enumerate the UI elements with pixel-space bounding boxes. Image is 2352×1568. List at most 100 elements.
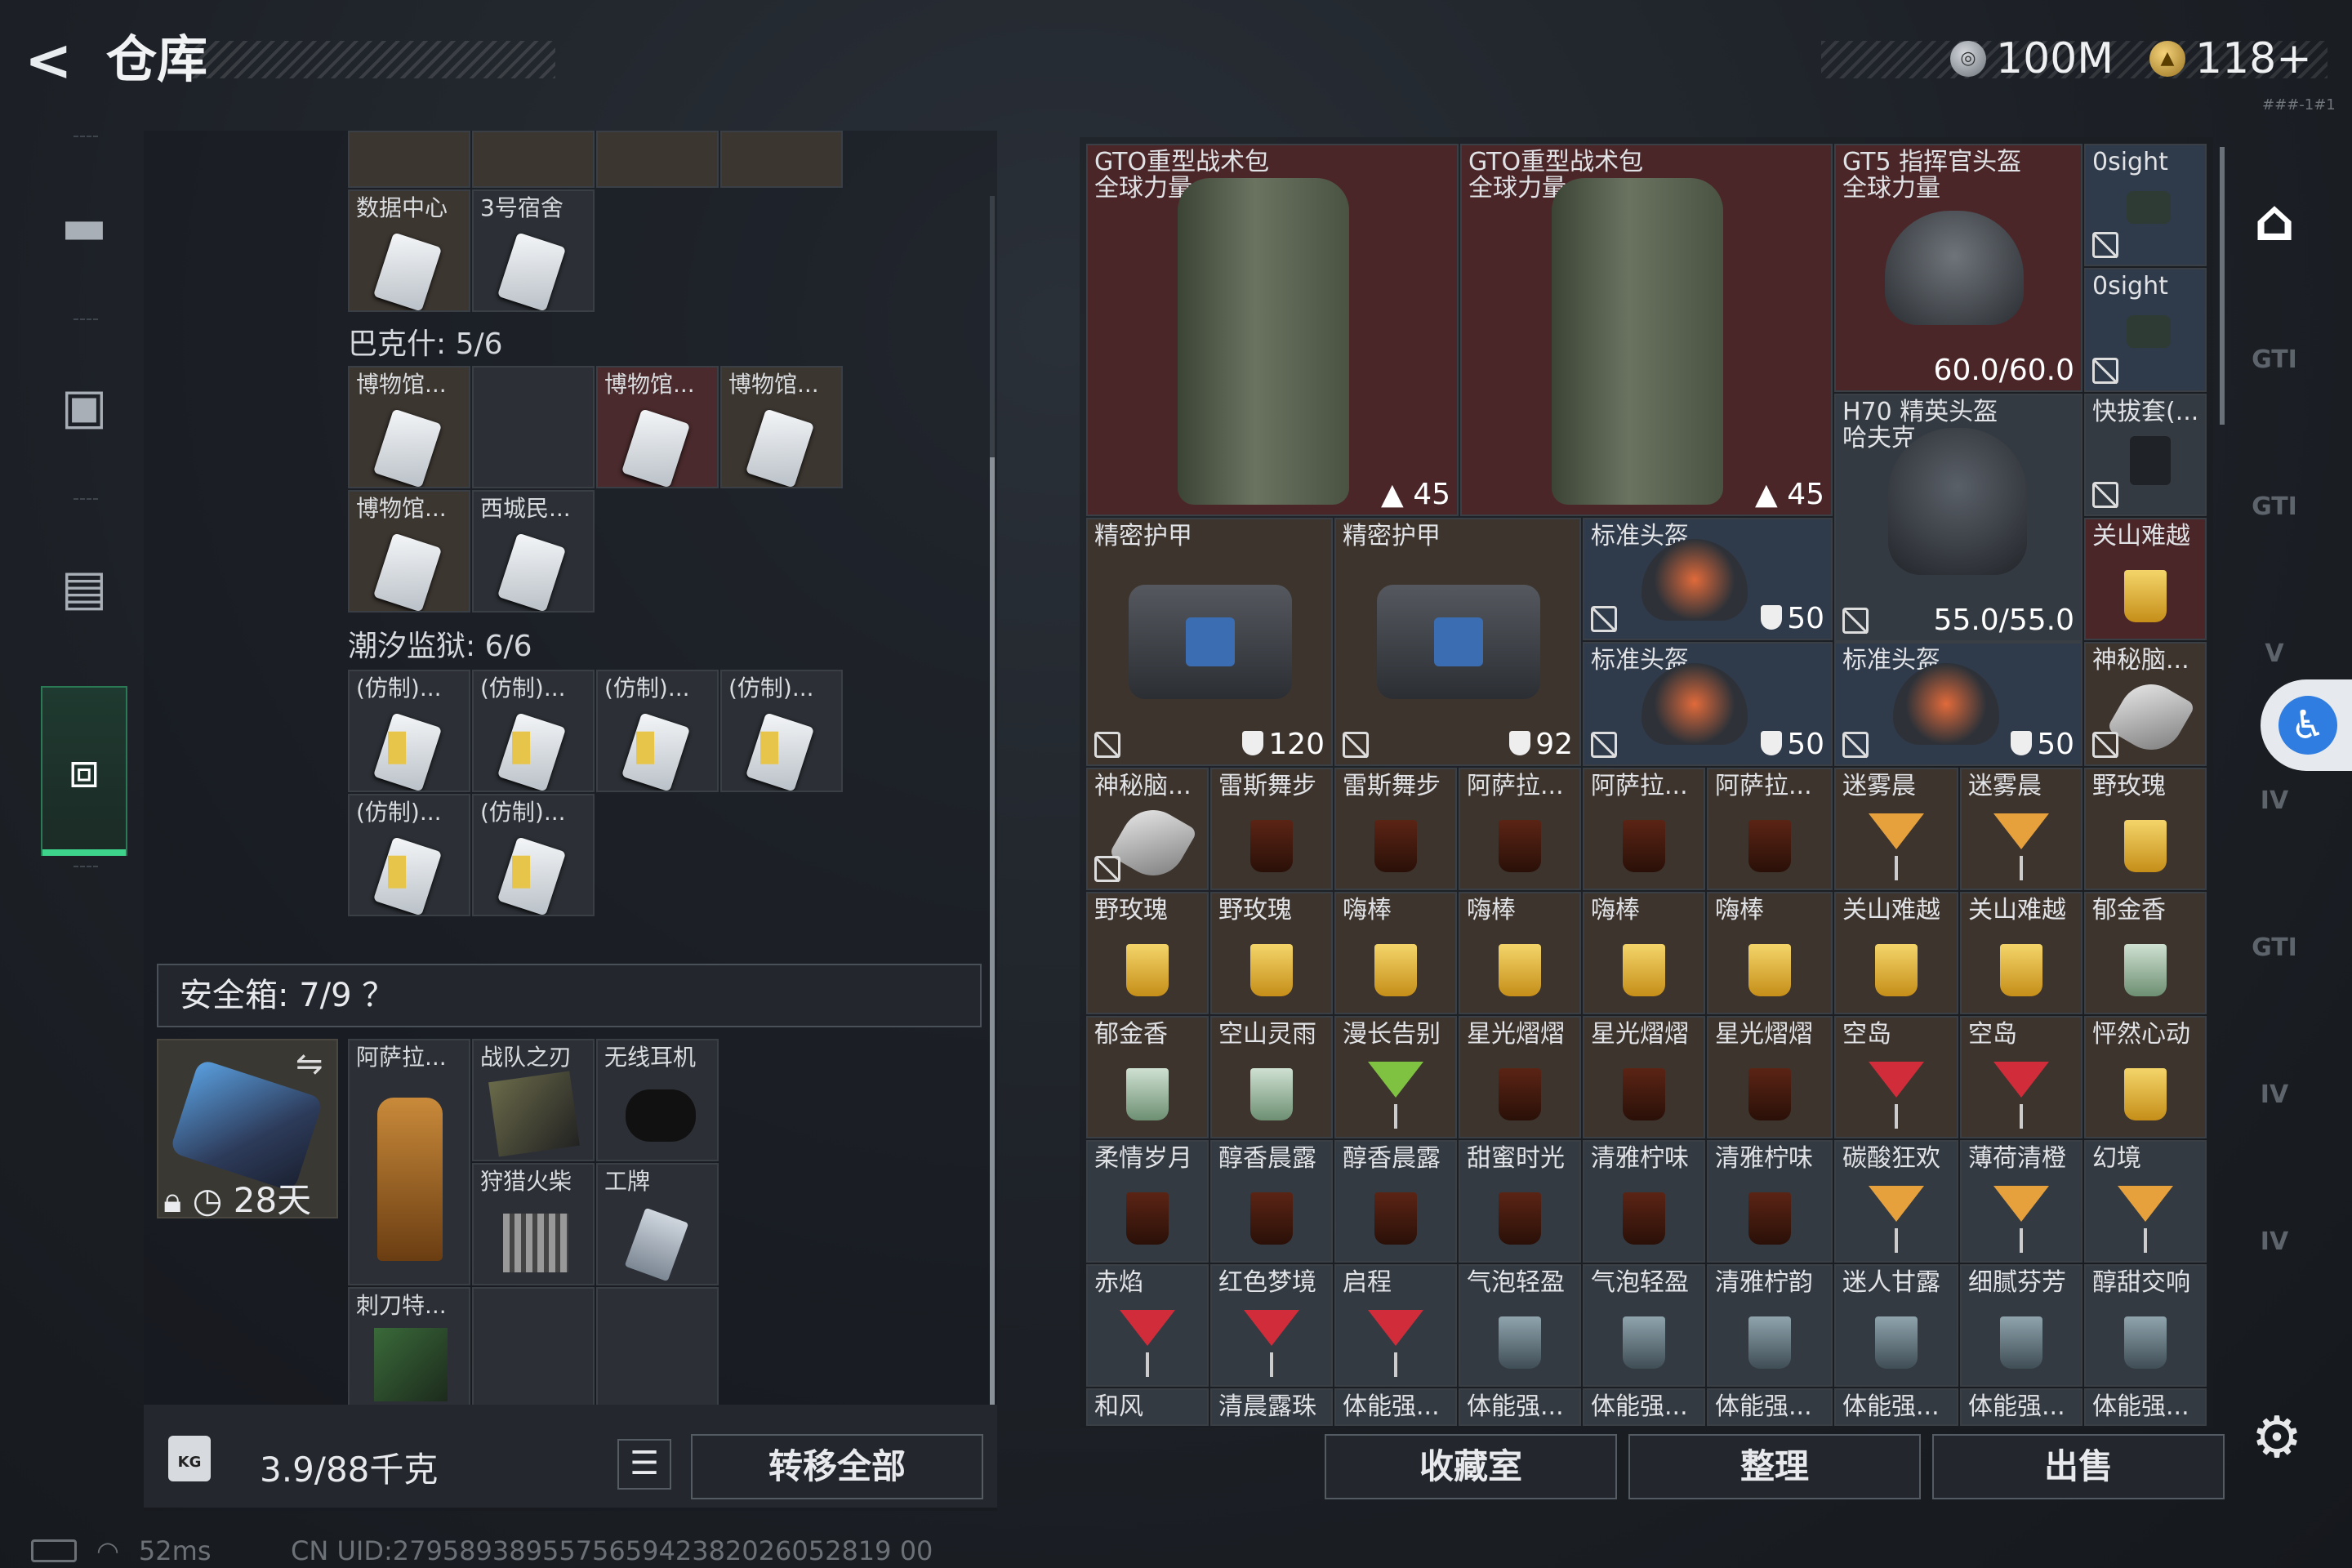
rail-slot-icon[interactable]: GTI xyxy=(2234,466,2315,547)
inventory-item[interactable]: 阿萨拉... xyxy=(1707,768,1833,890)
inventory-item[interactable]: 精密护甲 120 xyxy=(1086,518,1333,766)
rail-vest-button[interactable]: ▤ xyxy=(28,506,140,670)
inventory-item[interactable]: GTO重型战术包 全球力量 ▲ 45 xyxy=(1460,144,1833,516)
inventory-item[interactable]: 清晨露珠 xyxy=(1210,1388,1333,1426)
inventory-item[interactable]: 醇甜交响 xyxy=(2084,1264,2207,1387)
safe-empty-slot[interactable] xyxy=(596,1287,719,1410)
safe-item[interactable]: 狩猎火柴 xyxy=(472,1163,595,1285)
stash-scrollbar-thumb[interactable] xyxy=(990,457,995,1421)
inventory-item[interactable]: 清雅柠味 xyxy=(1707,1140,1833,1263)
inventory-item[interactable]: 碳酸狂欢 xyxy=(1834,1140,1958,1263)
safe-item[interactable]: 阿萨拉... xyxy=(348,1039,470,1285)
inventory-item[interactable]: 醇香晨露 xyxy=(1334,1140,1457,1263)
inventory-item[interactable]: 幻境 xyxy=(2084,1140,2207,1263)
collection-room-button[interactable]: 收藏室 xyxy=(1325,1434,1617,1499)
inventory-item[interactable]: 空岛 xyxy=(1834,1016,1958,1138)
stash-item[interactable]: 博物馆... xyxy=(720,366,843,488)
rail-toolbox-button[interactable]: ⧈ xyxy=(41,686,127,856)
back-icon[interactable]: < xyxy=(24,29,82,91)
inventory-item[interactable]: 体能强... xyxy=(1707,1388,1833,1426)
inventory-item[interactable]: 雷斯舞步 xyxy=(1334,768,1457,890)
stash-empty-slot[interactable] xyxy=(472,366,595,488)
inventory-item[interactable]: 嗨棒 xyxy=(1334,892,1457,1014)
swap-icon[interactable]: ⇋ xyxy=(296,1045,323,1083)
stash-item[interactable]: (仿制)... xyxy=(348,670,470,792)
inventory-item[interactable]: 精密护甲 92 xyxy=(1334,518,1581,766)
inventory-item[interactable]: 0sight xyxy=(2084,144,2207,266)
inventory-item[interactable]: 标准头盔 50 xyxy=(1834,642,2082,766)
rail-slot-icon[interactable]: IV xyxy=(2234,1054,2315,1135)
inventory-item[interactable]: 快拔套(... xyxy=(2084,394,2207,516)
gear-icon[interactable]: ⚙ xyxy=(2246,1406,2308,1468)
accessibility-icon[interactable]: ♿︎ xyxy=(2278,696,2337,755)
stash-item[interactable]: (仿制)... xyxy=(596,670,719,792)
inventory-item[interactable]: 迷人甘露 xyxy=(1834,1264,1958,1387)
stash-item[interactable]: 博物馆... xyxy=(348,366,470,488)
inventory-item[interactable]: 体能强... xyxy=(1834,1388,1958,1426)
inventory-item[interactable]: 迷雾晨 xyxy=(1960,768,2082,890)
inventory-item[interactable]: 体能强... xyxy=(1459,1388,1581,1426)
inventory-item[interactable]: GT5 指挥官头盔 全球力量 60.0/60.0 xyxy=(1834,144,2082,392)
safe-empty-slot[interactable] xyxy=(472,1287,595,1410)
rail-slot-icon[interactable]: GTI xyxy=(2234,318,2315,400)
rail-backpack-button[interactable]: ▣ xyxy=(28,325,140,488)
rail-slot-icon[interactable]: GTI xyxy=(2234,906,2315,988)
inventory-item[interactable]: 醇香晨露 xyxy=(1210,1140,1333,1263)
inventory-item[interactable]: 空岛 xyxy=(1960,1016,2082,1138)
stash-item[interactable]: 数据中心 xyxy=(348,189,470,312)
inventory-item[interactable]: 赤焰 xyxy=(1086,1264,1209,1387)
inventory-item[interactable]: 标准头盔 50 xyxy=(1583,642,1833,766)
inventory-item[interactable]: 星光熠熠 xyxy=(1707,1016,1833,1138)
safe-item[interactable]: 无线耳机 xyxy=(596,1039,719,1161)
inventory-item[interactable]: 启程 xyxy=(1334,1264,1457,1387)
inventory-item[interactable]: 体能强... xyxy=(1334,1388,1457,1426)
stash-item[interactable]: 3号宿舍 xyxy=(472,189,595,312)
inventory-item[interactable]: 迷雾晨 xyxy=(1834,768,1958,890)
safe-box-header[interactable]: 安全箱: 7/9 ？ xyxy=(157,964,982,1027)
inventory-item[interactable]: 红色梦境 xyxy=(1210,1264,1333,1387)
inventory-item[interactable]: GTO重型战术包 全球力量 ▲ 45 xyxy=(1086,144,1459,516)
inventory-item[interactable]: 0sight xyxy=(2084,268,2207,392)
inventory-item[interactable]: 郁金香 xyxy=(2084,892,2207,1014)
inventory-item[interactable]: 甜蜜时光 xyxy=(1459,1140,1581,1263)
stash-item[interactable]: 西城民... xyxy=(472,490,595,612)
inventory-item[interactable]: 阿萨拉... xyxy=(1459,768,1581,890)
storage-icon[interactable]: ⌂ xyxy=(2234,180,2315,261)
grid-scrollbar[interactable] xyxy=(2220,147,2225,425)
currency-gold[interactable]: ▲ 118+ xyxy=(2149,33,2312,85)
stash-item[interactable]: (仿制)... xyxy=(348,794,470,916)
transfer-all-button[interactable]: 转移全部 xyxy=(691,1434,983,1499)
inventory-item[interactable]: 清雅柠韵 xyxy=(1707,1264,1833,1387)
inventory-item[interactable]: 关山难越 xyxy=(1960,892,2082,1014)
inventory-item[interactable]: 薄荷清橙 xyxy=(1960,1140,2082,1263)
rail-slot-icon[interactable]: IV xyxy=(2234,1200,2315,1282)
inventory-item[interactable]: 细腻芬芳 xyxy=(1960,1264,2082,1387)
inventory-item[interactable]: 星光熠熠 xyxy=(1459,1016,1581,1138)
inventory-item[interactable]: 空山灵雨 xyxy=(1210,1016,1333,1138)
inventory-item[interactable]: 体能强... xyxy=(2084,1388,2207,1426)
inventory-item[interactable]: 野玫瑰 xyxy=(1210,892,1333,1014)
stash-item[interactable]: (仿制)... xyxy=(472,670,595,792)
inventory-item[interactable]: 漫长告别 xyxy=(1334,1016,1457,1138)
inventory-item[interactable]: 郁金香 xyxy=(1086,1016,1209,1138)
inventory-item[interactable]: 阿萨拉... xyxy=(1583,768,1705,890)
safe-item[interactable]: 战队之刃 xyxy=(472,1039,595,1161)
inventory-item[interactable]: 标准头盔 50 xyxy=(1583,518,1833,640)
inventory-item[interactable]: 嗨棒 xyxy=(1459,892,1581,1014)
inventory-item[interactable]: 雷斯舞步 xyxy=(1210,768,1333,890)
stash-item[interactable]: 博物馆... xyxy=(596,366,719,488)
inventory-item[interactable]: 关山难越 xyxy=(1834,892,1958,1014)
inventory-item[interactable]: 野玫瑰 xyxy=(2084,768,2207,890)
stash-item[interactable]: 博物馆... xyxy=(348,490,470,612)
rail-slot-icon[interactable]: IV xyxy=(2234,760,2315,841)
sort-button[interactable]: 整理 xyxy=(1628,1434,1921,1499)
stash-item[interactable]: (仿制)... xyxy=(720,670,843,792)
inventory-item[interactable]: 神秘脑... xyxy=(1086,768,1209,890)
inventory-item[interactable]: 嗨棒 xyxy=(1583,892,1705,1014)
inventory-item[interactable]: 体能强... xyxy=(1960,1388,2082,1426)
inventory-item[interactable]: 野玫瑰 xyxy=(1086,892,1209,1014)
inventory-item[interactable]: 神秘脑... xyxy=(2084,642,2207,766)
stash-item[interactable] xyxy=(720,131,843,188)
sell-button[interactable]: 出售 xyxy=(1932,1434,2225,1499)
inventory-item[interactable]: 和风 xyxy=(1086,1388,1209,1426)
